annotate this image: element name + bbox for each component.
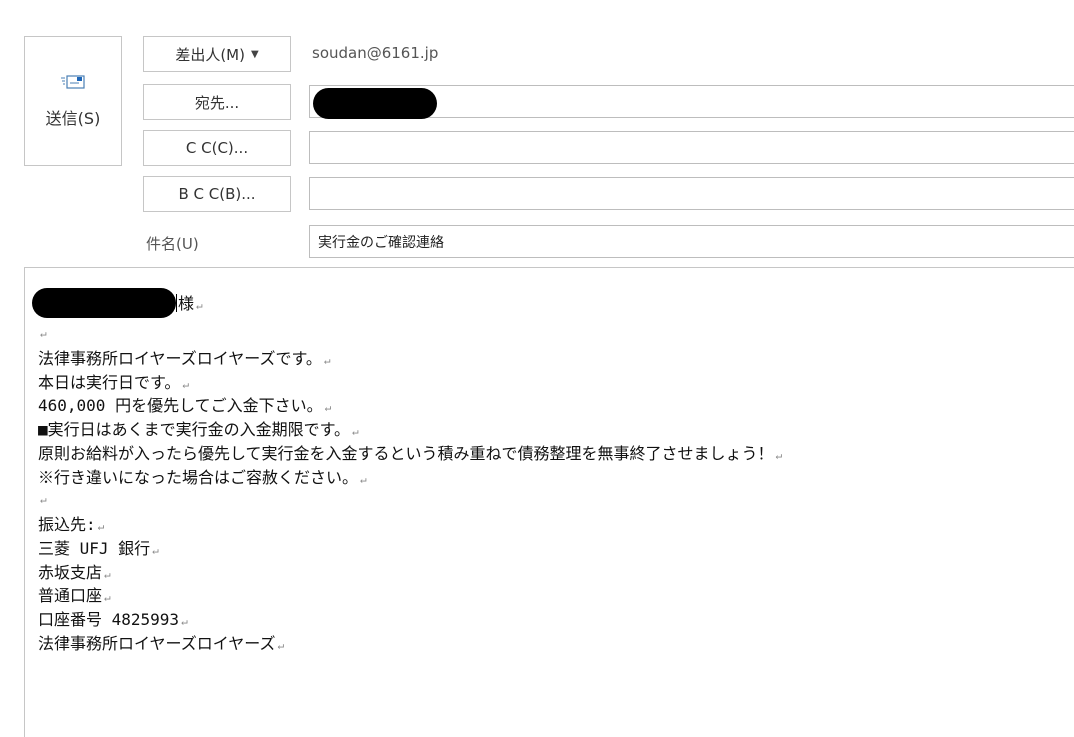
cc-input[interactable] — [310, 132, 1074, 163]
return-mark-icon: ↵ — [196, 299, 203, 312]
return-mark-icon: ↵ — [182, 378, 190, 391]
return-mark-icon: ↵ — [181, 615, 188, 628]
body-line: 赤坂支店 ↵ — [38, 563, 111, 582]
body-line: ↵ — [38, 322, 47, 341]
send-button[interactable]: 送信(S) — [24, 36, 122, 166]
body-line: 460,000 円を優先してご入金下さい。 ↵ — [38, 396, 332, 415]
return-mark-icon: ↵ — [360, 473, 367, 486]
return-mark-icon: ↵ — [104, 568, 111, 581]
body-line: 三菱 UFJ 銀行 ↵ — [38, 539, 159, 558]
return-mark-icon: ↵ — [97, 520, 105, 533]
redacted-recipient — [313, 88, 437, 119]
cc-field[interactable] — [309, 131, 1074, 164]
cc-button[interactable]: C C(C)... — [143, 130, 291, 166]
bcc-button[interactable]: B C C(B)... — [143, 176, 291, 212]
text-cursor — [176, 294, 177, 312]
body-line: ↵ — [38, 488, 47, 507]
bcc-field[interactable] — [309, 177, 1074, 210]
subject-field[interactable] — [309, 225, 1074, 258]
return-mark-icon: ↵ — [775, 449, 783, 462]
body-line: 口座番号 4825993 ↵ — [38, 610, 188, 629]
to-field[interactable] — [309, 85, 1074, 119]
body-line: 本日は実行日です。 ↵ — [38, 373, 190, 392]
body-line: 原則お給料が入ったら優先して実行金を入金するという積み重ねで債務整理を無事終了さ… — [38, 444, 783, 463]
greeting-line: 様 ↵ — [32, 288, 203, 318]
return-mark-icon: ↵ — [277, 639, 285, 652]
return-mark-icon: ↵ — [324, 401, 332, 414]
to-button[interactable]: 宛先... — [143, 84, 291, 120]
body-line: 普通口座 ↵ — [38, 586, 111, 605]
send-mail-icon — [61, 75, 85, 89]
bcc-input[interactable] — [310, 178, 1074, 209]
greeting-suffix: 様 — [178, 294, 195, 313]
from-button[interactable]: 差出人(M) ▼ — [143, 36, 291, 72]
return-mark-icon: ↵ — [352, 425, 359, 438]
redacted-name — [32, 288, 176, 318]
message-body[interactable] — [24, 267, 1074, 737]
chevron-down-icon: ▼ — [250, 48, 259, 60]
body-line: ■実行日はあくまで実行金の入金期限です。 ↵ — [38, 420, 359, 439]
return-mark-icon: ↵ — [104, 591, 111, 604]
body-line: 法律事務所ロイヤーズロイヤーズです。 ↵ — [38, 349, 331, 368]
return-mark-icon: ↵ — [152, 544, 159, 557]
to-button-label: 宛先... — [194, 93, 240, 112]
body-line: ※行き違いになった場合はご容赦ください。 ↵ — [38, 468, 367, 487]
send-label: 送信(S) — [45, 109, 101, 128]
return-mark-icon: ↵ — [323, 354, 331, 367]
body-line: 法律事務所ロイヤーズロイヤーズ ↵ — [38, 634, 285, 653]
subject-input[interactable] — [310, 226, 1074, 257]
subject-label: 件名(U) — [146, 235, 199, 253]
return-mark-icon: ↵ — [40, 493, 47, 506]
from-button-label: 差出人(M) — [175, 45, 245, 64]
cc-button-label: C C(C)... — [185, 139, 249, 157]
bcc-button-label: B C C(B)... — [178, 185, 256, 203]
return-mark-icon: ↵ — [40, 327, 47, 340]
body-line: 振込先: ↵ — [38, 515, 105, 534]
from-address: soudan@6161.jp — [312, 44, 439, 62]
